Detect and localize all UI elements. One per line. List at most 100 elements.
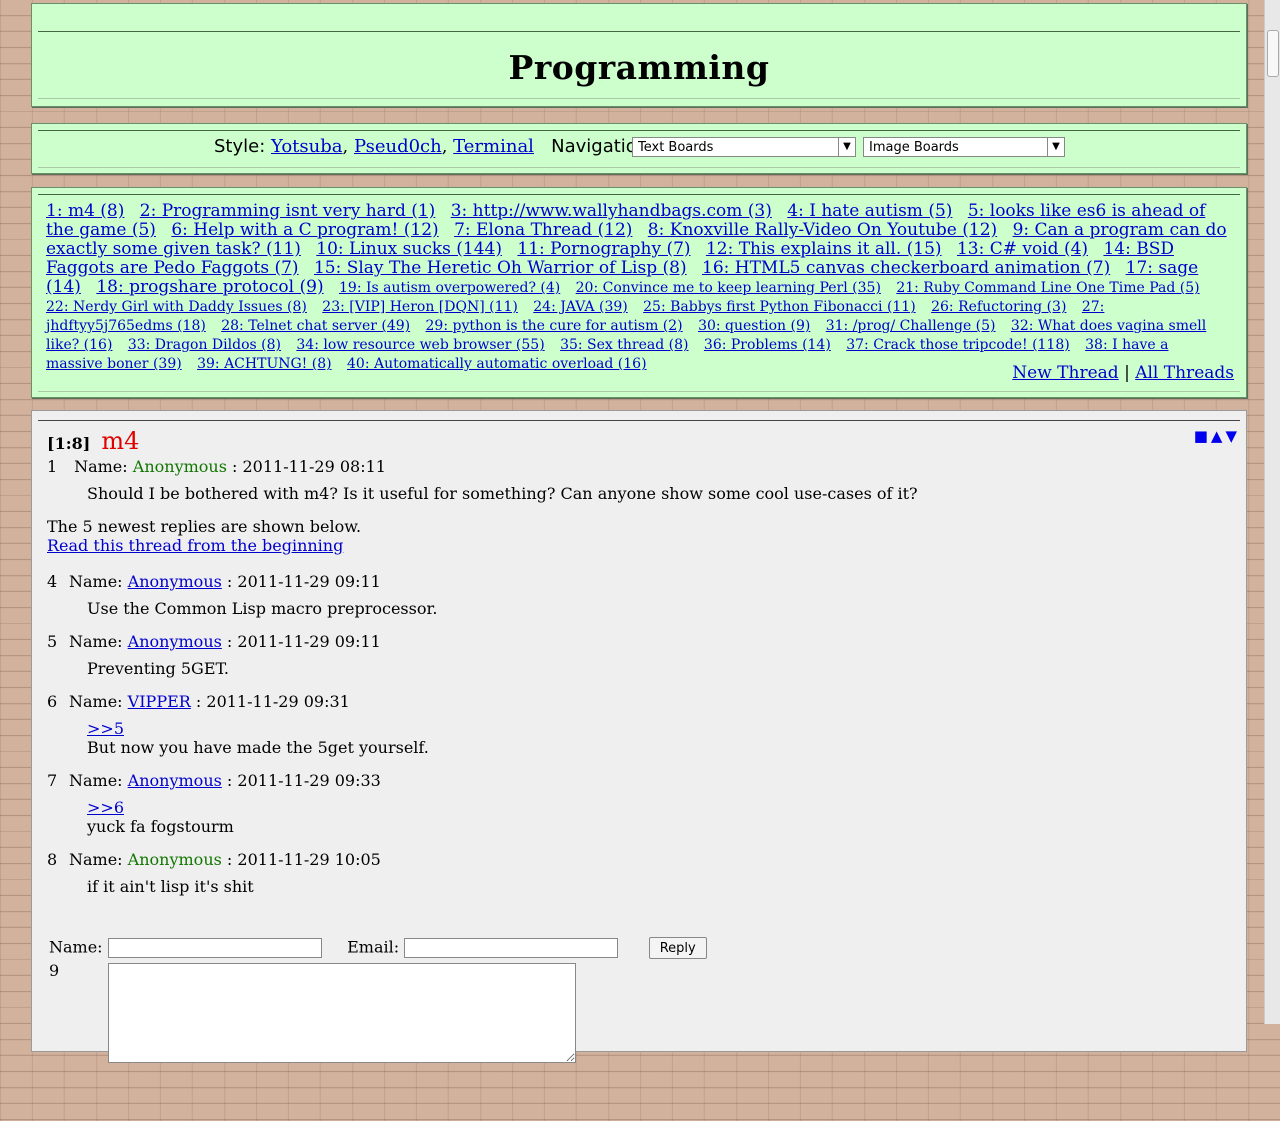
thread-link[interactable]: 29: python is the cure for autism (2) bbox=[426, 318, 683, 334]
post-body: if it ain't lisp it's shit bbox=[87, 877, 1227, 896]
thread-link[interactable]: 19: Is autism overpowered? (4) bbox=[339, 280, 560, 296]
poster-name[interactable]: Anonymous bbox=[128, 572, 222, 591]
reply-post: 8 Name: Anonymous : 2011-11-29 10:05 if it… bbox=[47, 850, 1227, 896]
thread-link[interactable]: 37: Crack those tripcode! (118) bbox=[846, 337, 1070, 353]
name-label: Name: bbox=[69, 572, 123, 591]
poster-name: Anonymous bbox=[127, 850, 222, 869]
thread-list: 1: m4 (8) 2: Programming isnt very hard … bbox=[46, 202, 1228, 373]
thread-box: [1:8] m4 1 Name: Anonymous : 2011-11-29 … bbox=[31, 410, 1247, 1063]
reply-name-input[interactable] bbox=[107, 938, 322, 958]
style-link-terminal[interactable]: Terminal bbox=[453, 136, 534, 157]
post-number: 1 bbox=[47, 457, 58, 476]
thread-link[interactable]: 20: Convince me to keep learning Perl (3… bbox=[576, 280, 881, 296]
thread-link[interactable]: 39: ACHTUNG! (8) bbox=[197, 356, 332, 372]
text-boards-select[interactable]: Text Boards ▼ bbox=[632, 137, 856, 157]
post-body: Preventing 5GET. bbox=[87, 659, 1227, 678]
thread-link[interactable]: 11: Pornography (7) bbox=[517, 239, 690, 259]
post-date: : 2011-11-29 09:31 bbox=[195, 692, 350, 711]
thread-link[interactable]: 8: Knoxville Rally-Video On Youtube (12) bbox=[648, 220, 997, 240]
thread-link[interactable]: 3: http://www.wallyhandbags.com (3) bbox=[451, 201, 772, 221]
thread-link[interactable]: 33: Dragon Dildos (8) bbox=[128, 337, 281, 353]
down-arrow-icon[interactable]: ▼ bbox=[1225, 427, 1240, 445]
thread-link[interactable]: 1: m4 (8) bbox=[46, 201, 124, 221]
scrollbar-thumb[interactable] bbox=[1267, 30, 1279, 77]
poster-name[interactable]: Anonymous bbox=[128, 771, 222, 790]
thread-link[interactable]: 36: Problems (14) bbox=[704, 337, 831, 353]
thread-controls: ■▲▼ bbox=[1194, 427, 1240, 445]
thread-link[interactable]: 22: Nerdy Girl with Daddy Issues (8) bbox=[46, 299, 307, 315]
style-label: Style: bbox=[214, 136, 266, 157]
new-thread-link[interactable]: New Thread bbox=[1012, 363, 1118, 383]
thread-link[interactable]: 35: Sex thread (8) bbox=[560, 337, 688, 353]
thread-link[interactable]: 10: Linux sucks (144) bbox=[316, 239, 502, 259]
post-text: if it ain't lisp it's shit bbox=[87, 877, 254, 896]
thread-link[interactable]: 23: [VIP] Heron [DQN] (11) bbox=[322, 299, 518, 315]
title-box: Programming bbox=[31, 3, 1247, 107]
thread-link[interactable]: 6: Help with a C program! (12) bbox=[171, 220, 438, 240]
quote-link[interactable]: >>6 bbox=[87, 798, 1227, 817]
post-text: Preventing 5GET. bbox=[87, 659, 229, 678]
post-body: >>6 yuck fa fogstourm bbox=[87, 798, 1227, 836]
thread-content: [1:8] m4 1 Name: Anonymous : 2011-11-29 … bbox=[47, 427, 1227, 1063]
thread-link[interactable]: 26: Refuctoring (3) bbox=[931, 299, 1066, 315]
reply-post-number: 9 bbox=[49, 961, 60, 980]
separator: | bbox=[1124, 363, 1130, 383]
thread-number: [1:8] bbox=[47, 434, 91, 453]
reply-body-textarea[interactable] bbox=[108, 963, 576, 1063]
thread-link[interactable]: 12: This explains it all. (15) bbox=[706, 239, 942, 259]
poster-name[interactable]: Anonymous bbox=[128, 632, 222, 651]
select-value: Image Boards bbox=[869, 140, 959, 155]
reply-button[interactable]: Reply bbox=[648, 937, 707, 959]
poster-name[interactable]: VIPPER bbox=[128, 692, 191, 711]
thread-link[interactable]: 34: low resource web browser (55) bbox=[296, 337, 544, 353]
style-link-pseud0ch[interactable]: Pseud0ch bbox=[354, 136, 442, 157]
thread-header: [1:8] m4 bbox=[47, 427, 1227, 457]
poster-name: Anonymous bbox=[132, 457, 227, 476]
all-threads-link[interactable]: All Threads bbox=[1135, 363, 1234, 383]
thread-link[interactable]: 4: I hate autism (5) bbox=[787, 201, 952, 221]
thread-link[interactable]: 30: question (9) bbox=[698, 318, 810, 334]
omitted-text: The 5 newest replies are shown below. bbox=[47, 517, 362, 536]
post-number: 8 bbox=[47, 850, 58, 869]
thread-link[interactable]: 31: /prog/ Challenge (5) bbox=[826, 318, 996, 334]
page-title: Programming bbox=[508, 48, 770, 87]
post-number: 6 bbox=[47, 692, 58, 711]
style-link-yotsuba[interactable]: Yotsuba bbox=[271, 136, 342, 157]
reply-form: Name: Email: Reply 9 bbox=[49, 937, 749, 1063]
read-from-beginning-link[interactable]: Read this thread from the beginning bbox=[47, 536, 343, 555]
post-text: yuck fa fogstourm bbox=[87, 817, 234, 836]
post-body: Use the Common Lisp macro preprocessor. bbox=[87, 599, 1227, 618]
thread-link[interactable]: 24: JAVA (39) bbox=[533, 299, 627, 315]
image-boards-select[interactable]: Image Boards ▼ bbox=[863, 137, 1065, 157]
post-text: But now you have made the 5get yourself. bbox=[87, 738, 429, 757]
thread-link[interactable]: 40: Automatically automatic overload (16… bbox=[347, 356, 647, 372]
reply-name-label: Name: bbox=[49, 937, 103, 957]
thread-link[interactable]: 2: Programming isnt very hard (1) bbox=[140, 201, 436, 221]
name-label: Name: bbox=[69, 850, 123, 869]
square-icon[interactable]: ■ bbox=[1194, 427, 1211, 445]
thread-actions: New Thread | All Threads bbox=[1012, 363, 1234, 383]
scrollbar[interactable] bbox=[1264, 0, 1280, 1024]
quote-link[interactable]: >>5 bbox=[87, 719, 1227, 738]
replies: 4 Name: Anonymous : 2011-11-29 09:11 Use t… bbox=[47, 572, 1227, 896]
thread-link[interactable]: 21: Ruby Command Line One Time Pad (5) bbox=[896, 280, 1199, 296]
name-label: Name: bbox=[74, 457, 128, 476]
thread-title: m4 bbox=[101, 427, 140, 455]
thread-link[interactable]: 18: progshare protocol (9) bbox=[96, 277, 323, 297]
chevron-down-icon: ▼ bbox=[1047, 138, 1064, 156]
thread-link[interactable]: 28: Telnet chat server (49) bbox=[221, 318, 410, 334]
up-arrow-icon[interactable]: ▲ bbox=[1211, 427, 1226, 445]
post-header: 8 Name: Anonymous : 2011-11-29 10:05 bbox=[47, 850, 1227, 870]
thread-link[interactable]: 25: Babbys first Python Fibonacci (11) bbox=[643, 299, 916, 315]
reply-email-label: Email: bbox=[347, 937, 400, 957]
thread-link[interactable]: 13: C# void (4) bbox=[957, 239, 1088, 259]
post-date: : 2011-11-29 09:11 bbox=[226, 572, 381, 591]
thread-link[interactable]: 15: Slay The Heretic Oh Warrior of Lisp … bbox=[314, 258, 687, 278]
post-number: 7 bbox=[47, 771, 58, 790]
thread-link[interactable]: 16: HTML5 canvas checkerboard animation … bbox=[702, 258, 1110, 278]
name-label: Name: bbox=[69, 692, 123, 711]
post-header: 6 Name: VIPPER : 2011-11-29 09:31 bbox=[47, 692, 1227, 712]
reply-email-input[interactable] bbox=[404, 938, 619, 958]
post-header: 1 Name: Anonymous : 2011-11-29 08:11 bbox=[47, 457, 1227, 477]
thread-link[interactable]: 7: Elona Thread (12) bbox=[454, 220, 632, 240]
